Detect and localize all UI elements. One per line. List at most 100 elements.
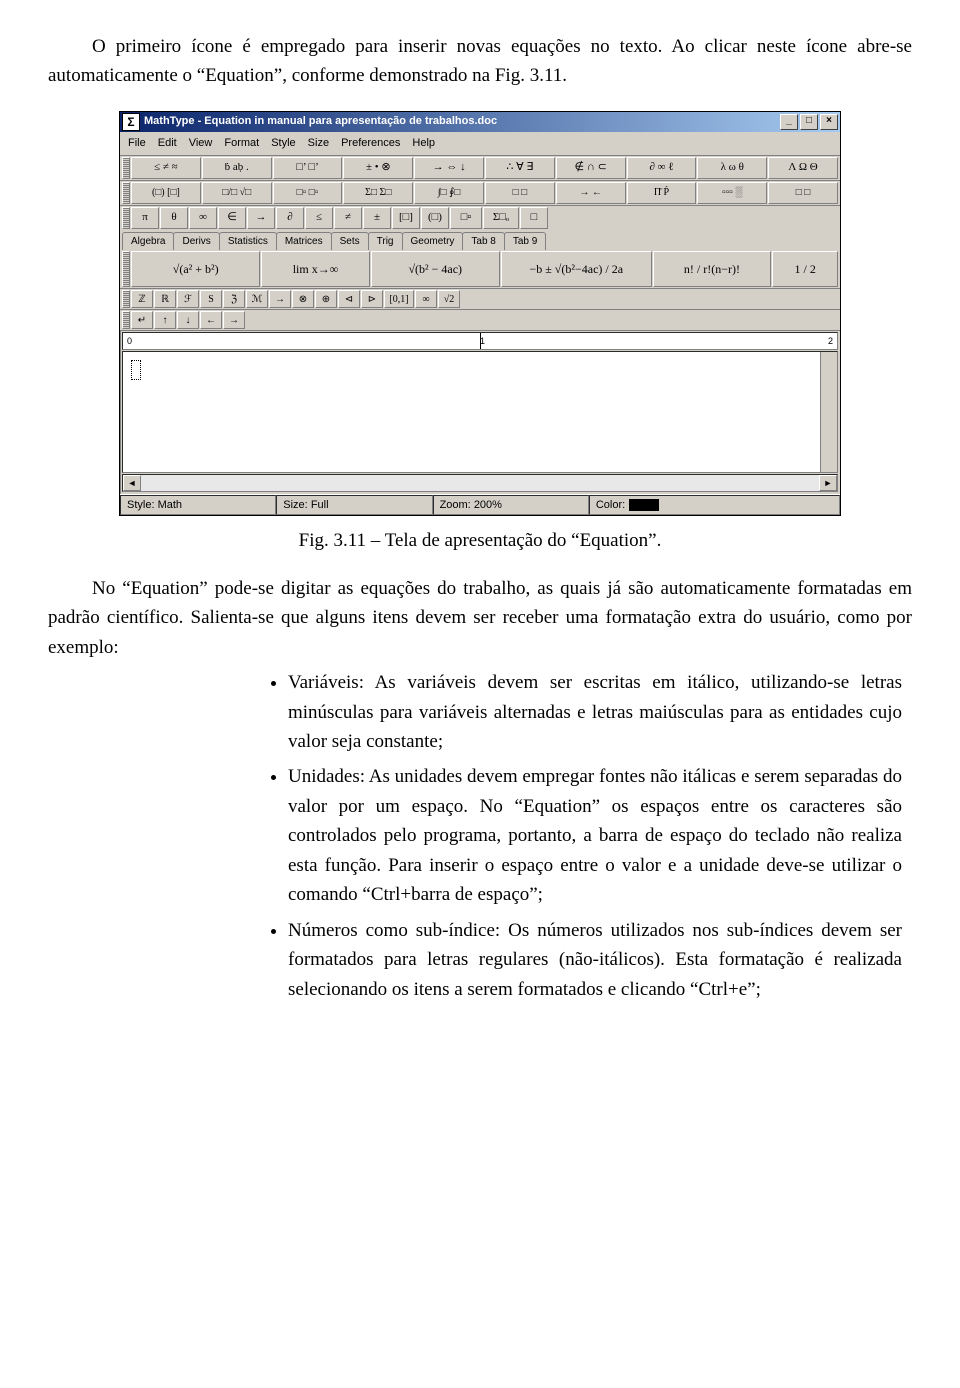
sym-parens[interactable]: (□) xyxy=(421,207,449,229)
palette-matrix[interactable]: ▫▫▫ ░ xyxy=(697,182,767,204)
equation-editor-area[interactable] xyxy=(122,351,838,473)
palette-calc[interactable]: ∂ ∞ ℓ xyxy=(627,157,697,179)
sym-sqrt2[interactable]: √2 xyxy=(438,290,460,308)
mini-symbol-row[interactable]: ℤ ℝ ℱ S ℨ ℳ → ⊗ ⊕ ⊲ ⊳ [0,1] ∞ √2 xyxy=(120,289,840,310)
sym-F[interactable]: ℱ xyxy=(177,290,199,308)
menu-style[interactable]: Style xyxy=(271,135,295,152)
symbol-palette-row-1[interactable]: ≤ ≠ ≈ ḃ aḅ . □’ □’ ± • ⊗ → ⇔ ↓ ∴ ∀ ∃ ∉ ∩… xyxy=(120,156,840,181)
menu-help[interactable]: Help xyxy=(412,135,435,152)
arrow-toolbar[interactable]: ↵ ↑ ↓ ← → xyxy=(120,310,840,331)
sym-R[interactable]: ℝ xyxy=(154,290,176,308)
tab-trig[interactable]: Trig xyxy=(368,232,403,251)
palette-greek-lower[interactable]: λ ω θ xyxy=(697,157,767,179)
scroll-right-icon[interactable]: ► xyxy=(819,475,837,491)
sym-infty2[interactable]: ∞ xyxy=(415,290,437,308)
color-swatch[interactable] xyxy=(629,499,659,511)
expr-quadratic[interactable]: −b ± √(b²−4ac) / 2a xyxy=(501,251,652,287)
sym-Z[interactable]: ℤ xyxy=(131,290,153,308)
toolbar-grip[interactable] xyxy=(122,311,130,329)
menu-format[interactable]: Format xyxy=(224,135,259,152)
empty-equation-slot[interactable] xyxy=(131,360,141,380)
btn-down[interactable]: ↓ xyxy=(177,311,199,329)
scroll-track[interactable] xyxy=(141,475,819,491)
palette-operators[interactable]: ± • ⊗ xyxy=(343,157,413,179)
palette-fences[interactable]: (□) [□] xyxy=(131,182,201,204)
sym-S[interactable]: S xyxy=(200,290,222,308)
sym-pi[interactable]: π xyxy=(131,207,159,229)
sym-arrow[interactable]: → xyxy=(269,290,291,308)
window-titlebar[interactable]: Σ MathType - Equation in manual para apr… xyxy=(120,112,840,132)
quick-symbol-row[interactable]: π θ ∞ ∈ → ∂ ≤ ≠ ± [□] (□) □▫ Σ□ₒ □ xyxy=(120,206,840,230)
sym-leq[interactable]: ≤ xyxy=(305,207,333,229)
sym-box[interactable]: □ xyxy=(520,207,548,229)
menu-preferences[interactable]: Preferences xyxy=(341,135,400,152)
sym-infinity[interactable]: ∞ xyxy=(189,207,217,229)
sym-elementof[interactable]: ∈ xyxy=(218,207,246,229)
sym-scriptM[interactable]: ℳ xyxy=(246,290,268,308)
expression-gallery[interactable]: √(a² + b²) lim x→∞ √(b² − 4ac) −b ± √(b²… xyxy=(120,250,840,289)
palette-labeled-arrows[interactable]: → ← xyxy=(556,182,626,204)
toolbar-grip[interactable] xyxy=(122,290,130,308)
expr-binomial[interactable]: n! / r!(n−r)! xyxy=(653,251,772,287)
tab-derivs[interactable]: Derivs xyxy=(173,232,219,251)
minimize-button[interactable]: _ xyxy=(780,114,798,130)
palette-integral[interactable]: ∫□ ∮□ xyxy=(414,182,484,204)
sym-frakZ[interactable]: ℨ xyxy=(223,290,245,308)
tab-8[interactable]: Tab 8 xyxy=(462,232,504,251)
toolbar-tabs[interactable]: Algebra Derivs Statistics Matrices Sets … xyxy=(120,230,840,251)
menu-view[interactable]: View xyxy=(189,135,213,152)
horizontal-scrollbar[interactable]: ◄ ► xyxy=(122,474,838,492)
expr-sqrt-a2b2[interactable]: √(a² + b²) xyxy=(131,251,260,287)
expr-half[interactable]: 1 / 2 xyxy=(772,251,838,287)
sym-otimes[interactable]: ⊗ xyxy=(292,290,314,308)
palette-primes[interactable]: □’ □’ xyxy=(273,157,343,179)
palette-set[interactable]: ∉ ∩ ⊂ xyxy=(556,157,626,179)
template-palette-row-2[interactable]: (□) [□] □/□ √□ □▫ □▫ Σ□ Σ□ ∫□ ∮□ □ □ → ←… xyxy=(120,181,840,206)
palette-subsup[interactable]: □▫ □▫ xyxy=(273,182,343,204)
palette-boxes[interactable]: □ □ xyxy=(768,182,838,204)
toolbar-grip[interactable] xyxy=(122,182,130,204)
tab-sets[interactable]: Sets xyxy=(331,232,369,251)
mathtype-window[interactable]: Σ MathType - Equation in manual para apr… xyxy=(119,111,841,517)
vertical-scrollbar[interactable] xyxy=(820,352,837,472)
palette-greek-upper[interactable]: Λ Ω Θ xyxy=(768,157,838,179)
expr-discriminant[interactable]: √(b² − 4ac) xyxy=(371,251,500,287)
tab-matrices[interactable]: Matrices xyxy=(276,232,332,251)
btn-left[interactable]: ← xyxy=(200,311,222,329)
palette-accents[interactable]: ḃ aḅ . xyxy=(202,157,272,179)
sym-ltri[interactable]: ⊲ xyxy=(338,290,360,308)
scroll-left-icon[interactable]: ◄ xyxy=(123,475,141,491)
sym-rightarrow[interactable]: → xyxy=(247,207,275,229)
toolbar-grip[interactable] xyxy=(122,157,130,179)
tab-9[interactable]: Tab 9 xyxy=(504,232,546,251)
sym-partial[interactable]: ∂ xyxy=(276,207,304,229)
menu-edit[interactable]: Edit xyxy=(158,135,177,152)
menu-file[interactable]: File xyxy=(128,135,146,152)
sym-subsup[interactable]: □▫ xyxy=(450,207,482,229)
sym-neq[interactable]: ≠ xyxy=(334,207,362,229)
ruler[interactable]: 0 1 2 xyxy=(122,332,838,350)
palette-frac-root[interactable]: □/□ √□ xyxy=(202,182,272,204)
btn-up[interactable]: ↑ xyxy=(154,311,176,329)
tab-geometry[interactable]: Geometry xyxy=(402,232,464,251)
sym-interval[interactable]: [0,1] xyxy=(384,290,414,308)
palette-sum[interactable]: Σ□ Σ□ xyxy=(343,182,413,204)
sym-oplus[interactable]: ⊕ xyxy=(315,290,337,308)
toolbar-grip[interactable] xyxy=(122,207,130,229)
palette-relations[interactable]: ≤ ≠ ≈ xyxy=(131,157,201,179)
close-button[interactable]: × xyxy=(820,114,838,130)
menu-size[interactable]: Size xyxy=(308,135,329,152)
sym-brackets[interactable]: [□] xyxy=(392,207,420,229)
sym-sum-limits[interactable]: Σ□ₒ xyxy=(483,207,519,229)
btn-return[interactable]: ↵ xyxy=(131,311,153,329)
tab-statistics[interactable]: Statistics xyxy=(219,232,277,251)
palette-logic[interactable]: ∴ ∀ ∃ xyxy=(485,157,555,179)
maximize-button[interactable]: □ xyxy=(800,114,818,130)
sym-pm[interactable]: ± xyxy=(363,207,391,229)
palette-products[interactable]: Π̈ Ṕ xyxy=(627,182,697,204)
sym-theta[interactable]: θ xyxy=(160,207,188,229)
btn-right[interactable]: → xyxy=(223,311,245,329)
expr-limit[interactable]: lim x→∞ xyxy=(261,251,369,287)
palette-arrows[interactable]: → ⇔ ↓ xyxy=(414,157,484,179)
toolbar-grip[interactable] xyxy=(122,251,130,287)
